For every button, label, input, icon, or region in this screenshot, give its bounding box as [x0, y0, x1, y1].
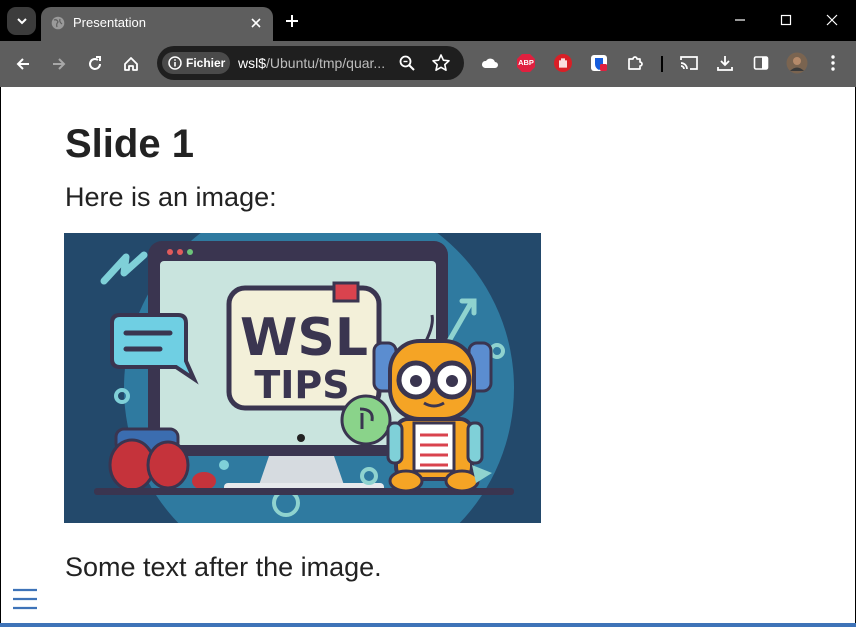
- bookmark-button[interactable]: [431, 53, 451, 73]
- tab-title: Presentation: [73, 15, 146, 30]
- cast-button[interactable]: [677, 51, 701, 75]
- security-chip-label: Fichier: [186, 56, 226, 70]
- progress-bar: [0, 623, 856, 627]
- plus-icon: [286, 15, 298, 27]
- url-host: wsl$: [238, 55, 267, 71]
- browser-menu-button[interactable]: [821, 51, 845, 75]
- hand-stop-icon: [554, 54, 572, 72]
- browser-toolbar: Fichier wsl$/Ubuntu/tmp/quar... ABP: [0, 41, 856, 87]
- security-chip[interactable]: Fichier: [162, 52, 230, 74]
- close-icon: [251, 18, 261, 28]
- minimize-icon: [735, 19, 745, 21]
- adblock-label: ABP: [518, 58, 534, 67]
- reload-icon: [89, 56, 101, 70]
- close-icon: [826, 14, 838, 26]
- hamburger-menu-icon: [13, 588, 37, 610]
- tab-search-button[interactable]: [7, 7, 36, 35]
- url-text[interactable]: wsl$/Ubuntu/tmp/quar...: [238, 55, 385, 71]
- slide-after-text: Some text after the image.: [65, 552, 382, 582]
- tab-strip: Presentation: [0, 0, 856, 41]
- gear-icon: [340, 394, 392, 446]
- sign-line2: TIPS: [254, 363, 349, 407]
- sign-line1: WSL: [240, 308, 368, 368]
- extension-cloud-button[interactable]: [478, 51, 502, 75]
- slide-intro-text: Here is an image:: [65, 182, 277, 212]
- url-path: /Ubuntu/tmp/quar...: [266, 55, 386, 71]
- arrow-left-icon: [16, 58, 29, 70]
- close-window-button[interactable]: [809, 6, 855, 34]
- zoom-icon: [399, 55, 415, 71]
- puzzle-icon: [628, 56, 643, 70]
- star-icon: [432, 54, 450, 71]
- info-icon: [168, 56, 182, 70]
- home-button[interactable]: [118, 51, 144, 77]
- back-button[interactable]: [10, 51, 36, 77]
- forward-button[interactable]: [46, 51, 72, 77]
- arrow-right-icon: [53, 58, 66, 70]
- profile-button[interactable]: [785, 51, 809, 75]
- monitor-stand: [259, 456, 344, 485]
- tab-presentation[interactable]: Presentation: [41, 7, 273, 41]
- side-panel-icon: [753, 56, 769, 70]
- globe-icon: [51, 16, 65, 30]
- avatar: [786, 52, 808, 74]
- shield-icon: [591, 55, 607, 71]
- more-vert-icon: [831, 55, 835, 71]
- page-content: Slide 1 Here is an image: WSL TIPS Some …: [1, 87, 855, 624]
- new-tab-button[interactable]: [282, 11, 302, 31]
- tab-close-button[interactable]: [247, 14, 265, 32]
- reload-button[interactable]: [82, 51, 108, 77]
- maximize-button[interactable]: [763, 6, 809, 34]
- slide-image: WSL TIPS: [64, 233, 541, 523]
- extension-adblock-button[interactable]: ABP: [514, 51, 538, 75]
- download-icon: [717, 56, 733, 71]
- minimize-button[interactable]: [717, 6, 763, 34]
- extension-stop-button[interactable]: [551, 51, 575, 75]
- cast-icon: [680, 56, 698, 70]
- home-icon: [124, 57, 138, 71]
- maximize-icon: [780, 14, 792, 26]
- cloud-icon: [481, 58, 498, 68]
- address-bar[interactable]: Fichier wsl$/Ubuntu/tmp/quar...: [157, 46, 464, 80]
- slide-menu-button[interactable]: [11, 587, 39, 611]
- extensions-menu-button[interactable]: [623, 51, 647, 75]
- downloads-button[interactable]: [713, 51, 737, 75]
- extension-bitwarden-button[interactable]: [587, 51, 611, 75]
- side-panel-button[interactable]: [749, 51, 773, 75]
- chevron-down-icon: [16, 18, 27, 25]
- toolbar-divider: [661, 56, 663, 72]
- zoom-button[interactable]: [398, 54, 416, 72]
- slide-title: Slide 1: [65, 122, 194, 166]
